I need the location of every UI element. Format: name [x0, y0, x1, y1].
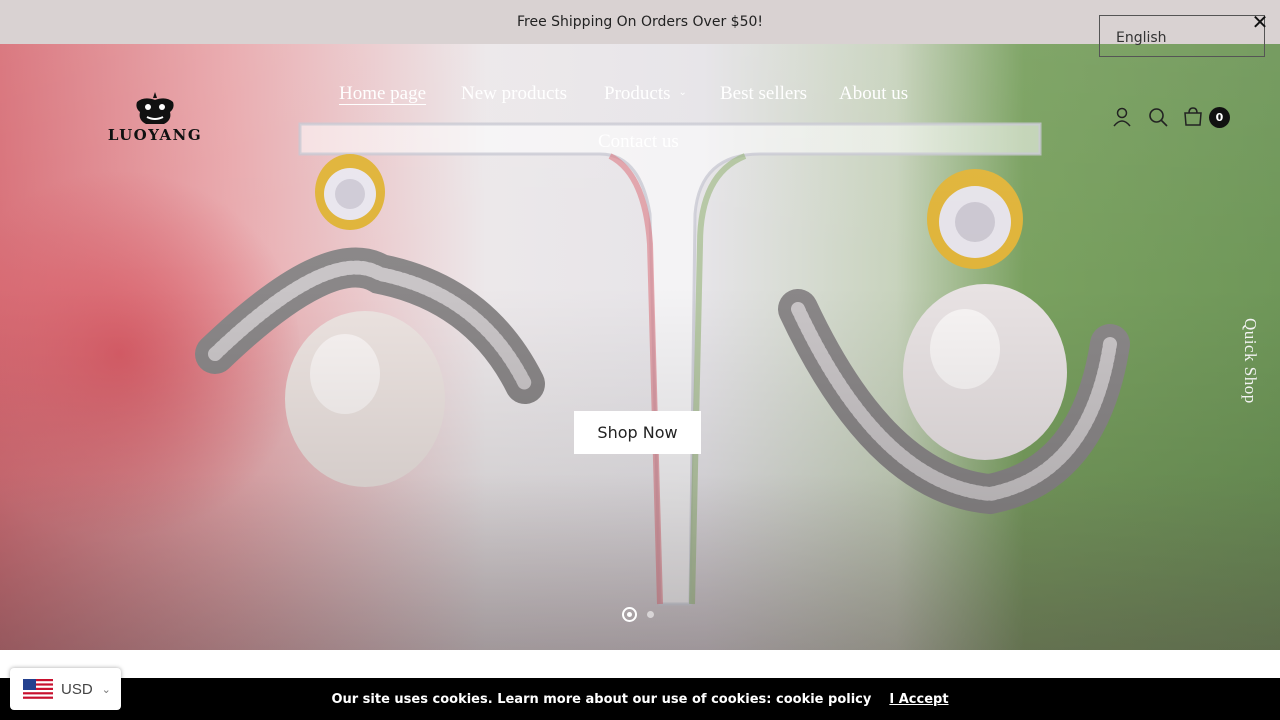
- logo-text: LUOYANG: [107, 126, 203, 144]
- language-selected: English: [1116, 30, 1167, 46]
- currency-selector[interactable]: USD ⌄: [10, 668, 121, 710]
- announcement-bar: Free Shipping On Orders Over $50!: [0, 0, 1280, 44]
- language-select[interactable]: English: [1099, 15, 1265, 57]
- user-icon[interactable]: [1111, 106, 1133, 128]
- cookie-accept-button[interactable]: I Accept: [889, 692, 948, 707]
- nav-item-best-sellers[interactable]: Best sellers: [720, 83, 807, 105]
- us-flag-icon: [23, 679, 53, 699]
- cart-count-badge: 0: [1209, 107, 1230, 128]
- quick-shop-tab[interactable]: Quick Shop: [1240, 318, 1260, 404]
- cookie-message: Our site uses cookies. Learn more about …: [331, 691, 872, 707]
- search-icon[interactable]: [1147, 106, 1169, 128]
- chevron-down-icon: ⌄: [678, 87, 687, 99]
- close-icon[interactable]: ✕: [1250, 12, 1270, 32]
- logo-mark-icon: [136, 92, 174, 124]
- chevron-down-icon: ⌄: [101, 682, 111, 696]
- site-logo[interactable]: LUOYANG: [105, 90, 205, 150]
- slide-dot[interactable]: [647, 611, 654, 618]
- nav-item-home-page[interactable]: Home page: [339, 83, 426, 105]
- cookie-bar: Our site uses cookies. Learn more about …: [0, 678, 1280, 720]
- announcement-text: Free Shipping On Orders Over $50!: [516, 14, 763, 30]
- nav-item-products[interactable]: Products ⌄: [604, 83, 687, 105]
- cart-icon[interactable]: [1182, 106, 1204, 128]
- shop-now-button[interactable]: Shop Now: [574, 411, 701, 454]
- slide-dot-active[interactable]: [622, 607, 637, 622]
- currency-code: USD: [61, 680, 93, 698]
- nav-item-new-products[interactable]: New products: [461, 83, 567, 105]
- nav-item-about-us[interactable]: About us: [839, 83, 908, 105]
- nav-item-products-label: Products: [604, 83, 671, 104]
- nav-item-contact-us[interactable]: Contact us: [598, 131, 679, 153]
